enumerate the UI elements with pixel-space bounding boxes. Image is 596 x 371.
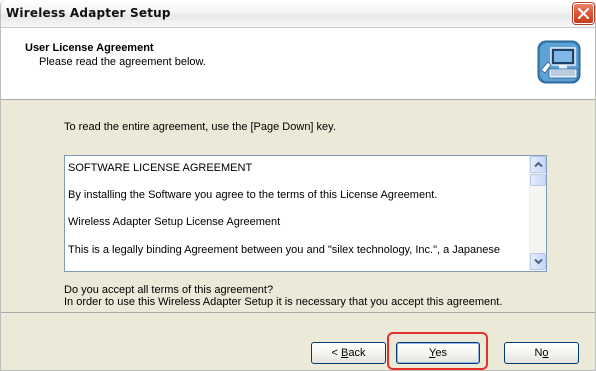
license-text: SOFTWARE LICENSE AGREEMENT By installing…	[65, 156, 527, 271]
acceptance-requirement: In order to use this Wireless Adapter Se…	[64, 296, 503, 308]
scroll-down-button[interactable]	[530, 253, 546, 270]
page-title: User License Agreement	[25, 42, 154, 54]
button-bar: < Back Yes No	[1, 312, 595, 370]
chevron-down-icon	[534, 258, 543, 265]
license-textbox[interactable]: SOFTWARE LICENSE AGREEMENT By installing…	[64, 155, 547, 272]
content-area: To read the entire agreement, use the [P…	[1, 100, 595, 312]
window-title: Wireless Adapter Setup	[6, 6, 171, 20]
scroll-up-button[interactable]	[530, 156, 546, 173]
back-button[interactable]: < Back	[311, 342, 386, 364]
back-prefix: <	[331, 347, 341, 359]
license-line: This is a legally binding Agreement betw…	[68, 244, 500, 256]
chevron-up-icon	[534, 161, 543, 168]
license-line: SOFTWARE LICENSE AGREEMENT	[68, 162, 253, 174]
instruction-text: To read the entire agreement, use the [P…	[64, 121, 336, 133]
accept-question: Do you accept all terms of this agreemen…	[64, 284, 274, 296]
scroll-thumb[interactable]	[530, 174, 546, 186]
computer-setup-icon	[537, 40, 581, 84]
header-panel: User License Agreement Please read the a…	[1, 28, 595, 100]
yes-button[interactable]: Yes	[396, 342, 480, 364]
back-label-rest: ack	[348, 347, 366, 359]
title-bar[interactable]: Wireless Adapter Setup	[1, 0, 595, 28]
close-icon[interactable]	[573, 3, 594, 24]
vertical-scrollbar[interactable]	[529, 156, 546, 271]
yes-label-rest: es	[435, 347, 447, 359]
no-mnemonic: o	[542, 347, 549, 359]
license-line: Wireless Adapter Setup License Agreement	[68, 216, 281, 228]
page-subtitle: Please read the agreement below.	[39, 56, 206, 68]
no-button[interactable]: No	[504, 342, 579, 364]
setup-dialog: Wireless Adapter Setup User License Agre…	[0, 0, 596, 371]
license-line: By installing the Software you agree to …	[68, 189, 438, 201]
